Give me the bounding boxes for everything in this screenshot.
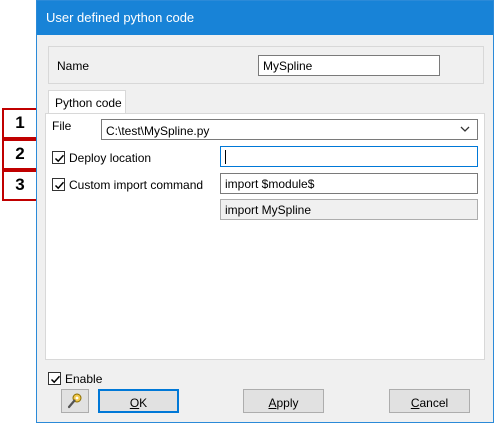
checkmark-icon [50,375,61,384]
apply-label-rest: pply [276,396,299,410]
custom-import-checkbox[interactable] [52,178,65,191]
custom-import-label: Custom import command [69,178,204,192]
tab-python-code[interactable]: Python code [48,90,126,114]
text-caret [225,149,226,164]
custom-import-input[interactable]: import $module$ [220,173,478,194]
ok-label-rest: K [139,396,148,410]
ok-button[interactable]: OK [98,389,179,413]
file-combobox-value: C:\test\MySpline.py [106,124,210,138]
name-input[interactable]: MySpline [258,55,440,76]
cancel-label-rest: ancel [419,396,449,410]
tool-button[interactable] [61,389,89,413]
checkmark-icon [54,181,65,190]
chevron-down-icon [460,126,470,132]
checkmark-icon [54,154,65,163]
deploy-location-checkbox[interactable] [52,151,65,164]
file-label: File [52,119,72,133]
callout-2: 2 [2,139,38,170]
apply-mnemonic: A [268,396,277,410]
python-code-panel: File C:\test\MySpline.py Deploy location… [45,113,485,360]
apply-button[interactable]: Apply [243,389,324,413]
callout-1: 1 [2,108,38,139]
import-preview-field: import MySpline [220,199,478,220]
file-combobox[interactable]: C:\test\MySpline.py [101,119,478,140]
tab-python-code-label: Python code [55,96,122,110]
deploy-location-label: Deploy location [69,151,152,165]
ok-mnemonic: O [129,396,140,410]
name-label: Name [57,59,90,73]
cancel-button[interactable]: Cancel [389,389,470,413]
enable-checkbox[interactable] [48,372,61,385]
window-title: User defined python code [46,10,195,25]
title-bar: User defined python code [37,1,493,35]
enable-label: Enable [65,372,103,386]
dialog-window: User defined python code Name MySpline P… [36,0,494,423]
tool-icon [67,393,82,409]
deploy-location-input[interactable] [220,146,478,167]
name-group: Name MySpline [48,46,484,84]
callout-3: 3 [2,170,38,201]
